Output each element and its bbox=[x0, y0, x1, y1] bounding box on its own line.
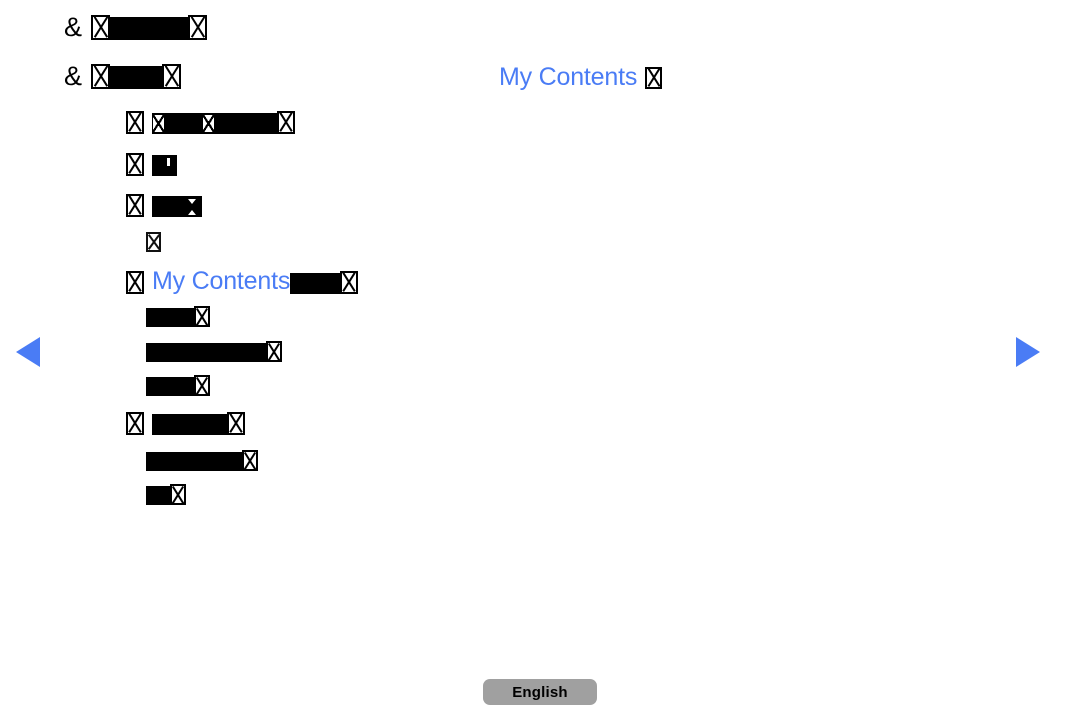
missing-glyph-box bbox=[136, 66, 163, 89]
notdef-box-icon bbox=[277, 111, 295, 134]
toc-entry-glyphs bbox=[146, 232, 161, 252]
missing-glyph-box bbox=[152, 113, 177, 134]
toc-entry[interactable] bbox=[126, 111, 295, 134]
notdef-box-icon bbox=[266, 341, 282, 362]
missing-glyph-box bbox=[146, 343, 170, 362]
notdef-box-icon bbox=[227, 412, 245, 435]
missing-glyph-box bbox=[110, 17, 137, 40]
toc-entry[interactable] bbox=[126, 412, 245, 435]
toc-entry[interactable] bbox=[146, 450, 258, 471]
toc-entry[interactable] bbox=[146, 375, 210, 396]
notdef-box-icon bbox=[146, 232, 161, 252]
missing-glyph-box bbox=[252, 113, 277, 134]
missing-glyph-box bbox=[170, 452, 194, 471]
missing-glyph-box bbox=[146, 308, 170, 327]
toc-entry-glyphs bbox=[126, 194, 202, 217]
toc-entry-glyphs bbox=[146, 306, 210, 327]
missing-glyph-box bbox=[146, 377, 170, 396]
notdef-box-icon bbox=[340, 271, 359, 294]
toc-entry[interactable]: & bbox=[64, 61, 182, 91]
ampersand-marker: & bbox=[64, 12, 83, 42]
triangle-right-icon[interactable] bbox=[1016, 337, 1040, 367]
notdef-box-icon bbox=[126, 111, 144, 134]
missing-glyph-box bbox=[152, 155, 177, 176]
missing-glyph-box bbox=[290, 273, 316, 294]
toc-entry-glyphs bbox=[126, 412, 245, 435]
missing-glyph-box bbox=[202, 414, 227, 435]
toc-entry-glyphs bbox=[126, 111, 295, 134]
page-title: My Contents bbox=[499, 63, 663, 91]
notdef-box-icon bbox=[126, 271, 144, 294]
missing-glyph-box bbox=[194, 452, 218, 471]
missing-glyph-box bbox=[170, 377, 194, 396]
missing-glyph-box bbox=[218, 343, 242, 362]
toc-entry[interactable] bbox=[146, 232, 161, 252]
missing-glyph-box bbox=[152, 414, 177, 435]
notdef-box-icon bbox=[162, 64, 182, 89]
missing-glyph-box bbox=[227, 113, 252, 134]
toc-entry[interactable] bbox=[146, 341, 282, 362]
toc-entry[interactable] bbox=[126, 194, 202, 217]
toc-entry-glyphs bbox=[146, 375, 210, 396]
missing-glyph-box bbox=[162, 17, 189, 40]
missing-glyph-box bbox=[315, 273, 341, 294]
toc-entry[interactable] bbox=[146, 484, 186, 505]
missing-glyph-box bbox=[136, 17, 163, 40]
notdef-box-icon bbox=[91, 64, 111, 89]
missing-glyph-box bbox=[152, 196, 177, 217]
missing-glyph-box bbox=[177, 196, 202, 217]
toc-entry-glyphs bbox=[146, 484, 186, 505]
toc-entry[interactable] bbox=[146, 306, 210, 327]
missing-glyph-box bbox=[202, 113, 227, 134]
notdef-box-icon bbox=[126, 153, 144, 176]
toc-entry-glyphs bbox=[146, 450, 258, 471]
toc-entry[interactable]: My Contents bbox=[126, 267, 359, 295]
notdef-box-icon bbox=[194, 375, 210, 396]
notdef-box-icon bbox=[170, 484, 186, 505]
notdef-box-icon bbox=[126, 412, 144, 435]
toc-entry[interactable]: & bbox=[64, 12, 208, 42]
toc-entry-glyphs bbox=[126, 153, 177, 176]
notdef-box-icon bbox=[188, 15, 208, 40]
notdef-box-icon bbox=[242, 450, 258, 471]
toc-entry-label: My Contents bbox=[152, 267, 291, 295]
notdef-box-icon bbox=[645, 66, 663, 89]
toc-entry-glyphs: My Contents bbox=[126, 267, 359, 295]
toc-entry[interactable] bbox=[126, 153, 177, 176]
missing-glyph-box bbox=[242, 343, 266, 362]
notdef-box-icon bbox=[91, 15, 111, 40]
missing-glyph-box bbox=[194, 343, 218, 362]
missing-glyph-box bbox=[177, 414, 202, 435]
notdef-box-icon bbox=[194, 306, 210, 327]
missing-glyph-box bbox=[146, 486, 170, 505]
missing-glyph-box bbox=[110, 66, 137, 89]
missing-glyph-box bbox=[170, 343, 194, 362]
missing-glyph-box bbox=[146, 452, 170, 471]
missing-glyph-box bbox=[218, 452, 242, 471]
triangle-left-icon[interactable] bbox=[16, 337, 40, 367]
page-title-text: My Contents bbox=[499, 63, 638, 91]
language-button[interactable]: English bbox=[483, 679, 597, 705]
ampersand-marker: & bbox=[64, 61, 83, 91]
toc-entry-glyphs bbox=[146, 341, 282, 362]
toc-entry-glyphs bbox=[91, 15, 208, 40]
missing-glyph-box bbox=[177, 113, 202, 134]
toc-entry-glyphs bbox=[91, 64, 182, 89]
notdef-box-icon bbox=[126, 194, 144, 217]
missing-glyph-box bbox=[170, 308, 194, 327]
